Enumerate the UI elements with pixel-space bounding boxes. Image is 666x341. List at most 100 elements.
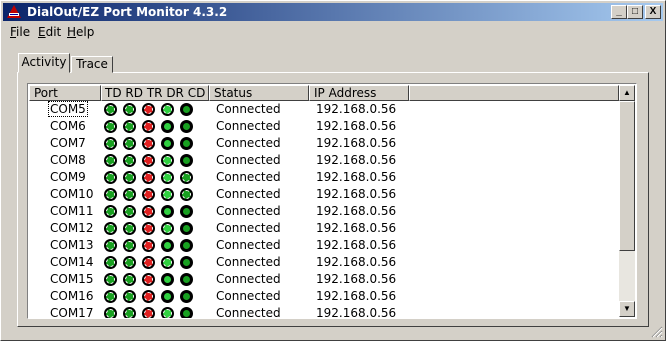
- ip-address-text: 192.168.0.56: [316, 119, 397, 133]
- maximize-button[interactable]: □: [627, 5, 643, 19]
- table-row[interactable]: COM11 Connected 192.168.0.56: [29, 203, 619, 220]
- port-name: COM11: [50, 204, 94, 218]
- status-text: Connected: [216, 170, 281, 184]
- column-header-port[interactable]: Port: [29, 85, 101, 101]
- table-row[interactable]: COM6 Connected 192.168.0.56: [29, 118, 619, 135]
- tr-signal-led-icon: [142, 137, 155, 150]
- port-name: COM17: [50, 306, 94, 319]
- table-row[interactable]: COM5 Connected 192.168.0.56: [29, 101, 619, 118]
- app-icon[interactable]: [6, 4, 22, 20]
- td-signal-led-icon: [104, 273, 117, 286]
- rd-signal-led-icon: [123, 154, 136, 167]
- ip-address-text: 192.168.0.56: [316, 204, 397, 218]
- status-text: Connected: [216, 289, 281, 303]
- port-name: COM13: [50, 238, 94, 252]
- table-row[interactable]: COM14 Connected 192.168.0.56: [29, 254, 619, 271]
- menu-edit-label: dit: [45, 25, 62, 39]
- cd-signal-led-icon: [180, 188, 193, 201]
- port-name: COM12: [50, 221, 94, 235]
- tr-signal-led-icon: [142, 120, 155, 133]
- tr-signal-led-icon: [142, 188, 155, 201]
- column-header-signals[interactable]: TD RD TR DR CD: [101, 85, 209, 101]
- ip-address-text: 192.168.0.56: [316, 187, 397, 201]
- dr-signal-led-icon: [161, 273, 174, 286]
- column-header-status[interactable]: Status: [209, 85, 309, 101]
- tr-signal-led-icon: [142, 103, 155, 116]
- close-button[interactable]: X: [645, 5, 661, 19]
- title-bar[interactable]: DialOut/EZ Port Monitor 4.3.2 _ □ X: [3, 3, 663, 21]
- tr-signal-led-icon: [142, 290, 155, 303]
- rd-signal-led-icon: [123, 256, 136, 269]
- ip-address-text: 192.168.0.56: [316, 289, 397, 303]
- main-window: DialOut/EZ Port Monitor 4.3.2 _ □ X File…: [0, 0, 666, 341]
- resize-grip-icon[interactable]: [651, 326, 663, 338]
- signal-cd-label: CD: [187, 86, 206, 100]
- dr-signal-led-icon: [161, 120, 174, 133]
- tr-signal-led-icon: [142, 222, 155, 235]
- port-name: COM14: [50, 255, 94, 269]
- cd-signal-led-icon: [180, 205, 193, 218]
- tr-signal-led-icon: [142, 171, 155, 184]
- status-text: Connected: [216, 221, 281, 235]
- scroll-down-button[interactable]: ▼: [619, 301, 635, 317]
- rd-signal-led-icon: [123, 103, 136, 116]
- status-text: Connected: [216, 272, 281, 286]
- cd-signal-led-icon: [180, 256, 193, 269]
- dr-signal-led-icon: [161, 256, 174, 269]
- cd-signal-led-icon: [180, 222, 193, 235]
- status-text: Connected: [216, 153, 281, 167]
- table-row[interactable]: COM7 Connected 192.168.0.56: [29, 135, 619, 152]
- column-header-ip[interactable]: IP Address: [309, 85, 409, 101]
- table-row[interactable]: COM15 Connected 192.168.0.56: [29, 271, 619, 288]
- port-name: COM15: [50, 272, 94, 286]
- table-row[interactable]: COM17 Connected 192.168.0.56: [29, 305, 619, 319]
- vertical-scrollbar[interactable]: ▲ ▼: [619, 85, 635, 317]
- menu-help[interactable]: Help: [67, 25, 94, 39]
- td-signal-led-icon: [104, 188, 117, 201]
- port-name: COM5: [48, 101, 88, 117]
- scroll-thumb[interactable]: [619, 101, 635, 251]
- tr-signal-led-icon: [142, 307, 155, 318]
- dr-signal-led-icon: [161, 239, 174, 252]
- signal-tr-label: TR: [146, 86, 163, 100]
- table-row[interactable]: COM16 Connected 192.168.0.56: [29, 288, 619, 305]
- table-row[interactable]: COM8 Connected 192.168.0.56: [29, 152, 619, 169]
- status-text: Connected: [216, 238, 281, 252]
- scroll-up-button[interactable]: ▲: [619, 85, 635, 101]
- cd-signal-led-icon: [180, 120, 193, 133]
- dr-signal-led-icon: [161, 290, 174, 303]
- dr-signal-led-icon: [161, 171, 174, 184]
- column-header-filler: [409, 85, 619, 101]
- td-signal-led-icon: [104, 103, 117, 116]
- tab-activity[interactable]: Activity: [18, 53, 70, 73]
- table-row[interactable]: COM13 Connected 192.168.0.56: [29, 237, 619, 254]
- cd-signal-led-icon: [180, 307, 193, 318]
- dr-signal-led-icon: [161, 137, 174, 150]
- tab-trace[interactable]: Trace: [71, 56, 113, 73]
- table-row[interactable]: COM9 Connected 192.168.0.56: [29, 169, 619, 186]
- ip-address-text: 192.168.0.56: [316, 238, 397, 252]
- table-row[interactable]: COM12 Connected 192.168.0.56: [29, 220, 619, 237]
- td-signal-led-icon: [104, 154, 117, 167]
- port-name: COM10: [50, 187, 94, 201]
- ip-address-text: 192.168.0.56: [316, 272, 397, 286]
- tr-signal-led-icon: [142, 256, 155, 269]
- dr-signal-led-icon: [161, 205, 174, 218]
- status-text: Connected: [216, 306, 281, 319]
- ip-address-text: 192.168.0.56: [316, 136, 397, 150]
- dr-signal-led-icon: [161, 188, 174, 201]
- status-text: Connected: [216, 102, 281, 116]
- cd-signal-led-icon: [180, 103, 193, 116]
- minimize-button[interactable]: _: [611, 5, 627, 19]
- table-row[interactable]: COM10 Connected 192.168.0.56: [29, 186, 619, 203]
- window-title: DialOut/EZ Port Monitor 4.3.2: [27, 5, 228, 19]
- port-list[interactable]: Port TD RD TR DR CD Status IP Address CO…: [27, 83, 637, 319]
- cd-signal-led-icon: [180, 290, 193, 303]
- rd-signal-led-icon: [123, 188, 136, 201]
- ip-address-text: 192.168.0.56: [316, 255, 397, 269]
- tr-signal-led-icon: [142, 239, 155, 252]
- menu-edit[interactable]: Edit: [38, 25, 61, 39]
- ip-address-text: 192.168.0.56: [316, 170, 397, 184]
- signal-dr-label: DR: [166, 86, 184, 100]
- menu-file[interactable]: File: [10, 25, 30, 39]
